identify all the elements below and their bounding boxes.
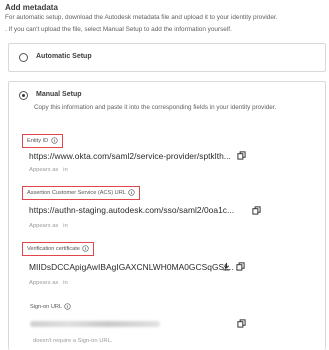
acs-url-label-text: Assertion Customer Service (ACS) URL [27, 189, 126, 196]
sign-on-url-label-text: Sign-on URL [30, 303, 62, 310]
download-icon[interactable] [222, 262, 231, 271]
appears-as-text: Appears as [29, 280, 59, 286]
entity-id-value[interactable]: https://www.okta.com/saml2/service-provi… [29, 151, 231, 161]
manual-setup-label[interactable]: Manual Setup [36, 91, 82, 98]
info-icon[interactable] [128, 189, 135, 196]
automatic-setup-card[interactable]: Automatic Setup [8, 43, 326, 72]
acs-url-value[interactable]: https://authn-staging.autodesk.com/sso/s… [29, 205, 234, 215]
sign-on-url-redacted-value [30, 321, 160, 327]
sign-on-url-label: Sign-on URL [26, 301, 75, 313]
copy-icon[interactable] [237, 151, 246, 160]
manual-setup-radio[interactable] [19, 91, 28, 100]
acs-url-label: Assertion Customer Service (ACS) URL [22, 186, 141, 200]
verification-certificate-label-text: Verification certificate [27, 245, 80, 252]
info-icon[interactable] [51, 137, 58, 144]
verification-certificate-value[interactable]: MIIDsDCCApigAwIBAgIGAXCNLWH0MA0GCSqGSI..… [29, 262, 234, 272]
copy-icon[interactable] [237, 319, 246, 328]
manual-setup-description: Copy this information and paste it into … [34, 104, 277, 111]
verification-certificate-appears-as: Appears as in [29, 280, 68, 286]
section-title: Add metadata [5, 3, 58, 12]
verification-certificate-label: Verification certificate [22, 242, 95, 256]
entity-id-label-text: Entity ID [27, 137, 49, 144]
automatic-setup-radio[interactable] [19, 53, 28, 62]
appears-in-text: in [63, 280, 68, 286]
intro-text: For automatic setup, download the Autode… [5, 14, 278, 21]
sign-on-url-note: doesn't require a Sign-on URL. [33, 338, 113, 344]
appears-in-text: in [63, 167, 68, 173]
entity-id-appears-as: Appears as in [29, 167, 68, 173]
entity-id-label: Entity ID [22, 134, 63, 148]
acs-url-appears-as: Appears as in [29, 223, 68, 229]
copy-icon[interactable] [252, 206, 261, 215]
appears-as-text: Appears as [29, 167, 59, 173]
automatic-setup-label[interactable]: Automatic Setup [36, 53, 92, 60]
appears-as-text: Appears as [29, 223, 59, 229]
intro-text-continued: . If you can't upload the file, select M… [5, 26, 232, 33]
info-icon[interactable] [82, 245, 90, 252]
appears-in-text: in [63, 223, 68, 229]
copy-icon[interactable] [236, 262, 245, 271]
info-icon[interactable] [64, 303, 72, 310]
